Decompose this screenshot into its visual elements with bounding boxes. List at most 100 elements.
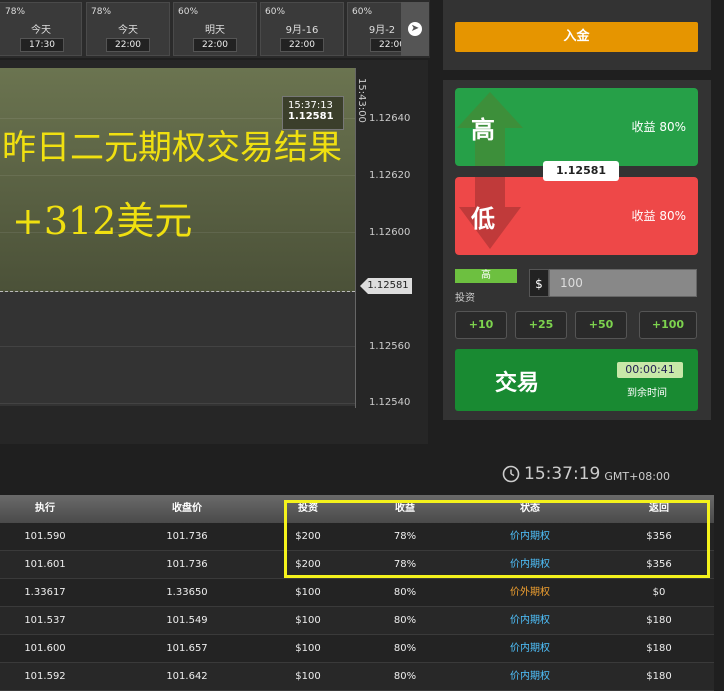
currency-symbol: $: [529, 269, 549, 297]
expiry-tab[interactable]: 78% 今天 17:30: [0, 2, 82, 56]
cell-payout: 78%: [393, 531, 417, 542]
cell-return: $356: [646, 559, 672, 570]
gridline: [0, 346, 355, 347]
y-tick-label: 1.12540: [369, 397, 411, 408]
cell-close: 101.642: [166, 671, 208, 682]
tab-payout: 60%: [178, 7, 199, 17]
current-price-tag: 1.12581: [360, 278, 412, 294]
cell-strike: 1.33617: [24, 587, 66, 598]
overlay-result-title: 昨日二元期权交易结果: [2, 128, 342, 168]
expiry-tab[interactable]: 60% 明天 22:00: [173, 2, 257, 56]
gridline: [0, 175, 355, 176]
cell-strike: 101.537: [24, 615, 66, 626]
price-chart[interactable]: 15:43:00 15:37:13 1.12581 1.12640 1.1262…: [0, 60, 428, 444]
expiry-tabs: 78% 今天 17:30 78% 今天 22:00 60% 明天 22:00 6…: [0, 0, 430, 58]
cell-invest: $200: [295, 531, 321, 542]
col-header-return: 返回: [649, 503, 669, 514]
high-label: 高: [471, 116, 495, 144]
cell-payout: 78%: [393, 559, 417, 570]
deposit-button[interactable]: 入金: [455, 22, 698, 52]
table-row[interactable]: 101.590 101.736 $200 78% 价内期权 $356: [0, 523, 714, 551]
table-row[interactable]: 1.33617 1.33650 $100 80% 价外期权 $0: [0, 579, 714, 607]
col-header-invest: 投资: [298, 503, 318, 514]
tab-time: 22:00: [193, 38, 237, 52]
cell-close: 101.736: [166, 531, 208, 542]
cell-invest: $100: [295, 615, 321, 626]
trade-panel: 高 收益 80% 1.12581 低 收益 80% 高 投资 $ +10 +25…: [443, 80, 711, 420]
trade-label: 交易: [495, 371, 540, 396]
cell-strike: 101.592: [24, 671, 66, 682]
table-header: 执行 收盘价 投资 收益 状态 返回: [0, 495, 714, 523]
table-row[interactable]: 101.601 101.736 $200 78% 价内期权 $356: [0, 551, 714, 579]
cell-status: 价内期权: [510, 643, 550, 654]
overlay-result-amount: +312美元: [12, 199, 193, 243]
table-row[interactable]: 101.600 101.657 $100 80% 价内期权 $180: [0, 635, 714, 663]
axis-time-label: 15:43:00: [356, 78, 367, 123]
quick-add-100-button[interactable]: +100: [639, 311, 697, 339]
expiry-tab[interactable]: 60% 9月-16 22:00: [260, 2, 344, 56]
cell-payout: 80%: [393, 587, 417, 598]
cell-return: $180: [646, 615, 672, 626]
cell-close: 1.33650: [166, 587, 208, 598]
y-tick-label: 1.12560: [369, 341, 411, 352]
quick-add-50-button[interactable]: +50: [575, 311, 627, 339]
tab-time: 22:00: [106, 38, 150, 52]
table-row[interactable]: 101.592 101.642 $100 80% 价内期权 $180: [0, 663, 714, 691]
tab-time: 22:00: [370, 38, 402, 52]
cell-return: $180: [646, 643, 672, 654]
invest-label: 投资: [455, 293, 475, 304]
high-payout: 收益 80%: [631, 120, 687, 134]
countdown-timer: 00:00:41: [617, 362, 683, 378]
expiry-tab[interactable]: 78% 今天 22:00: [86, 2, 170, 56]
y-tick-label: 1.12640: [369, 113, 411, 124]
gridline: [0, 403, 355, 404]
tab-day: 9月-2: [368, 25, 396, 36]
tab-day: 今天: [31, 25, 51, 36]
tab-day: 明天: [205, 25, 225, 36]
amount-input[interactable]: [549, 269, 697, 297]
tooltip-time: 15:37:13: [288, 100, 333, 111]
trade-history-table: 执行 收盘价 投资 收益 状态 返回 101.590 101.736 $200 78%…: [0, 495, 714, 691]
cell-invest: $100: [295, 643, 321, 654]
clock-time: 15:37:19: [524, 464, 601, 484]
col-header-payout: 收益: [395, 503, 415, 514]
tabs-next-button[interactable]: ➤: [401, 2, 429, 56]
cell-strike: 101.601: [24, 559, 66, 570]
expiry-tab[interactable]: 60% 9月-2 22:00: [347, 2, 403, 56]
cell-status: 价内期权: [510, 559, 550, 570]
tab-time: 22:00: [280, 38, 324, 52]
low-button[interactable]: 低 收益 80%: [455, 177, 698, 255]
cell-strike: 101.600: [24, 643, 66, 654]
cell-return: $356: [646, 531, 672, 542]
direction-badge: 高: [455, 269, 517, 283]
low-payout: 收益 80%: [631, 209, 687, 223]
cell-status: 价内期权: [510, 615, 550, 626]
quick-add-10-button[interactable]: +10: [455, 311, 507, 339]
tab-payout: 78%: [91, 7, 112, 17]
tab-time: 17:30: [20, 38, 64, 52]
cell-return: $0: [652, 587, 666, 598]
arrow-right-icon: ➤: [408, 22, 422, 36]
clock-icon: [502, 465, 520, 483]
tab-day: 9月-16: [285, 25, 319, 36]
cell-return: $180: [646, 671, 672, 682]
cell-invest: $100: [295, 671, 321, 682]
current-price-line: [0, 291, 355, 292]
deposit-panel: 入金: [443, 0, 711, 70]
cell-status: 价外期权: [510, 587, 550, 598]
trade-button[interactable]: 交易 00:00:41 到余时间: [455, 349, 698, 411]
y-tick-label: 1.12620: [369, 170, 411, 181]
high-button[interactable]: 高 收益 80%: [455, 88, 698, 166]
tab-payout: 60%: [265, 7, 286, 17]
cell-status: 价内期权: [510, 531, 550, 542]
cell-invest: $200: [295, 559, 321, 570]
current-price-badge: 1.12581: [543, 161, 619, 181]
table-row[interactable]: 101.537 101.549 $100 80% 价内期权 $180: [0, 607, 714, 635]
col-header-status: 状态: [520, 503, 540, 514]
cell-close: 101.736: [166, 559, 208, 570]
cell-payout: 80%: [393, 671, 417, 682]
cell-close: 101.549: [166, 615, 208, 626]
tab-payout: 78%: [5, 7, 26, 17]
quick-add-25-button[interactable]: +25: [515, 311, 567, 339]
cell-payout: 80%: [393, 615, 417, 626]
